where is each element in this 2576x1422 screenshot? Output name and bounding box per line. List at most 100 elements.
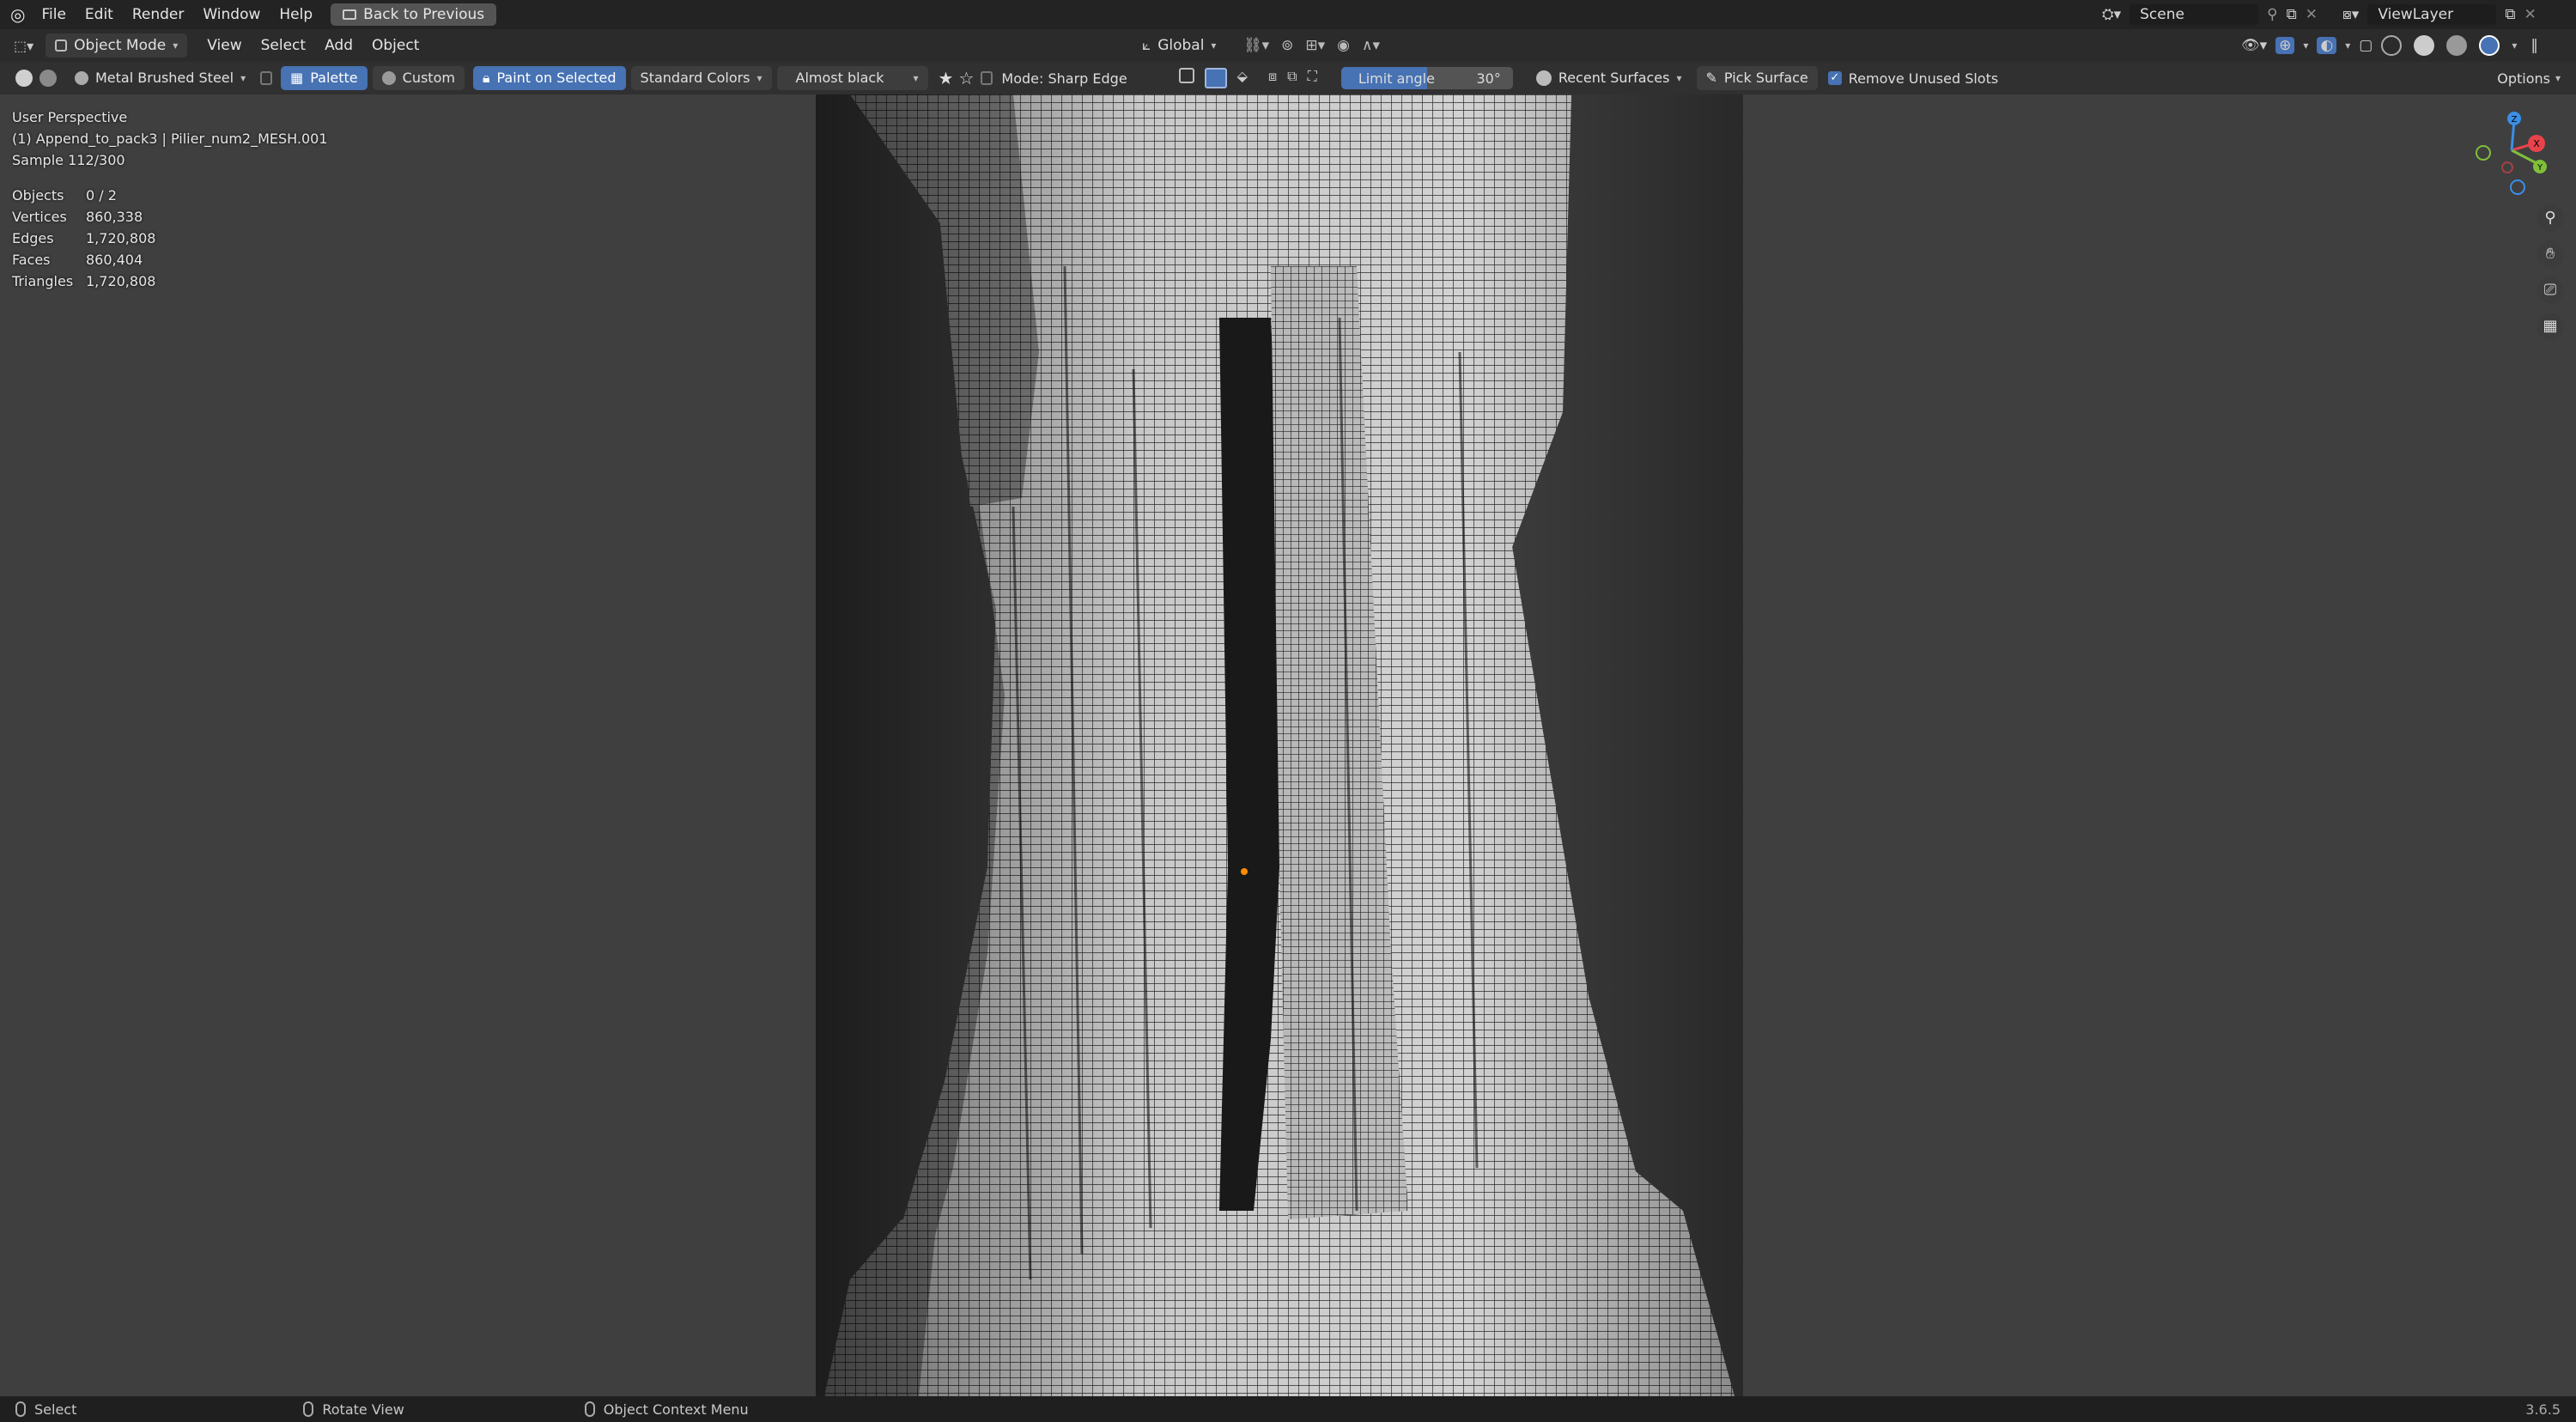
view-layer-name[interactable]: ViewLayer (2367, 4, 2497, 25)
back-to-previous-button[interactable]: Back to Previous (331, 3, 497, 26)
status-context-label: Object Context Menu (603, 1401, 749, 1418)
transform-orientation[interactable]: ⟀ Global ▾ (1142, 37, 1216, 54)
pivot-icon[interactable]: ⛓▾ (1243, 37, 1269, 54)
perspective-label: User Perspective (12, 109, 128, 125)
select-mode-sharp-icon[interactable]: ⛶ (1308, 68, 1317, 88)
blender-window: ◎ File Edit Render Window Help Back to P… (0, 0, 2576, 1422)
mouse-right-icon (584, 1401, 595, 1417)
falloff-icon[interactable]: ∧▾ (1362, 37, 1380, 54)
pin-icon[interactable]: ⚲ (2267, 6, 2277, 23)
favorite-star-outline-icon[interactable]: ☆ (958, 68, 974, 88)
palette-button[interactable]: ▦ Palette (281, 66, 368, 90)
mode-selector[interactable]: Object Mode ▾ (46, 33, 188, 58)
menu-file[interactable]: File (32, 0, 75, 29)
brush-alt-icon[interactable] (39, 70, 57, 87)
orientation-icon: ⟀ (1142, 37, 1151, 54)
toggle-sidebar-icon[interactable]: ‖ (2530, 37, 2538, 54)
recent-surfaces-dropdown[interactable]: Recent Surfaces ▾ (1527, 66, 1692, 90)
scene-name[interactable]: Scene (2129, 4, 2259, 25)
solid-shading-icon[interactable] (2414, 35, 2435, 56)
scene-icon: ⛭▾ (2102, 6, 2122, 23)
menu-window[interactable]: Window (193, 0, 270, 29)
stat-label: Edges (12, 230, 54, 246)
options-dropdown[interactable]: Options ▾ (2497, 70, 2561, 87)
wireframe-shading-icon[interactable] (2381, 35, 2403, 56)
pick-surface-button[interactable]: ✎ Pick Surface (1696, 66, 1818, 90)
menu-add[interactable]: Add (315, 31, 362, 60)
material-shading-icon[interactable] (2446, 35, 2468, 56)
chevron-down-icon: ▾ (1211, 40, 1217, 52)
snap-icon[interactable]: ⊚ (1281, 37, 1293, 54)
delete-view-layer-icon[interactable]: ✕ (2524, 6, 2537, 23)
3d-viewport[interactable]: User Perspective (1) Append_to_pack3 | P… (0, 94, 2576, 1396)
select-mode-object-icon[interactable]: ⧉ (1287, 68, 1297, 88)
color-dropdown[interactable]: Almost black ▾ (776, 66, 928, 90)
camera-icon[interactable]: ⎚ (2537, 276, 2564, 304)
menu-view[interactable]: View (197, 31, 251, 60)
select-mode-island-icon[interactable]: ⧈ (1268, 68, 1277, 88)
stat-label: Faces (12, 252, 51, 268)
limit-angle-field[interactable]: Limit angle 30° (1340, 67, 1513, 89)
custom-button[interactable]: Custom (372, 66, 465, 90)
new-view-layer-icon[interactable]: ⧉ (2505, 6, 2515, 23)
status-select: Select (15, 1401, 76, 1418)
zoom-icon[interactable]: ⚲ (2537, 204, 2564, 232)
pillar-shading-overlay (816, 94, 1743, 1396)
tool-settings-bar: Metal Brushed Steel ▾ ▦ Palette Custom 🔒… (0, 62, 2576, 94)
brush-icon[interactable] (15, 70, 33, 87)
pan-hand-icon[interactable]: ✋︎ (2537, 240, 2564, 268)
screen-icon (343, 9, 357, 20)
back-to-previous-label: Back to Previous (363, 6, 485, 23)
snap-target-icon[interactable]: ⊞▾ (1305, 37, 1325, 54)
checkbox-checked-icon[interactable]: ✓ (1827, 71, 1842, 85)
scene-selector[interactable]: ⛭▾ Scene ⚲ ⧉ ✕ (2102, 3, 2318, 26)
view-layer-icon: ⧇▾ (2342, 6, 2360, 23)
overlay-toggle-icon[interactable]: ◐ (2317, 37, 2337, 54)
navigation-gizmo[interactable]: X Y Z (2473, 103, 2550, 198)
stat-value: 0 / 2 (86, 187, 117, 204)
select-mode-buttons: ⬙ ⧈ ⧉ ⛶ (1178, 68, 1317, 88)
status-select-label: Select (34, 1401, 77, 1418)
chevron-down-icon: ▾ (173, 40, 179, 52)
version-label: 3.6.5 (2525, 1401, 2561, 1418)
color-set-label: Standard Colors (640, 70, 750, 86)
color-set-dropdown[interactable]: Standard Colors ▾ (630, 66, 772, 90)
remove-unused-slots-checkbox[interactable]: ✓ Remove Unused Slots (1827, 70, 1999, 87)
favorite-star-filled-icon[interactable]: ★ (939, 68, 954, 88)
gizmo-neg-y (2501, 161, 2513, 173)
object-origin-dot (1241, 868, 1248, 875)
select-mode-face-icon[interactable]: ⬙ (1237, 68, 1248, 88)
material-selector[interactable]: Metal Brushed Steel ▾ (65, 66, 255, 90)
menu-edit[interactable]: Edit (76, 0, 123, 29)
menu-object[interactable]: Object (362, 31, 428, 60)
xray-icon[interactable]: ▢ (2359, 37, 2372, 54)
limit-angle-value: 30° (1476, 70, 1501, 87)
new-scene-icon[interactable]: ⧉ (2287, 6, 2297, 23)
remove-unused-slots-label: Remove Unused Slots (1848, 70, 1999, 87)
mouse-middle-icon (303, 1401, 314, 1417)
pick-surface-label: Pick Surface (1723, 70, 1808, 86)
select-mode-edge-icon[interactable] (1204, 68, 1227, 88)
menu-render[interactable]: Render (123, 0, 194, 29)
gizmo-x-label[interactable]: X (2533, 138, 2540, 149)
rendered-shading-icon[interactable] (2479, 35, 2500, 56)
editor-type-icon[interactable]: ⬚▾ (14, 38, 33, 54)
gizmo-toggle-icon[interactable]: ⊕ (2275, 37, 2295, 54)
proportional-edit-icon[interactable]: ◉ (1337, 37, 1350, 54)
paint-on-selected-button[interactable]: 🔒︎ Paint on Selected (472, 66, 626, 90)
menu-select[interactable]: Select (252, 31, 315, 60)
menu-help[interactable]: Help (270, 0, 322, 29)
gizmo-z-label[interactable]: Z (2512, 115, 2518, 125)
top-menu-bar: ◎ File Edit Render Window Help Back to P… (0, 0, 2576, 29)
viewport-header: ⬚▾ Object Mode ▾ View Select Add Object … (0, 29, 2576, 62)
copy-icon[interactable] (260, 71, 273, 85)
viewport-display-controls: 👁▾ ⊕ ▾ ◐ ▾ ▢ ▾ ‖ (2241, 35, 2538, 56)
view-layer-selector[interactable]: ⧇▾ ViewLayer ⧉ ✕ (2342, 3, 2537, 26)
select-mode-vertex-icon[interactable] (1178, 68, 1194, 83)
blender-logo-icon[interactable]: ◎ (10, 4, 25, 25)
perspective-grid-icon[interactable]: ▦ (2537, 313, 2564, 340)
viewport-nav-buttons: ⚲ ✋︎ ⎚ ▦ (2537, 204, 2564, 340)
visibility-icon[interactable]: 👁▾ (2241, 37, 2267, 54)
gizmo-y-label[interactable]: Y (2537, 163, 2543, 173)
delete-scene-icon[interactable]: ✕ (2306, 6, 2318, 23)
